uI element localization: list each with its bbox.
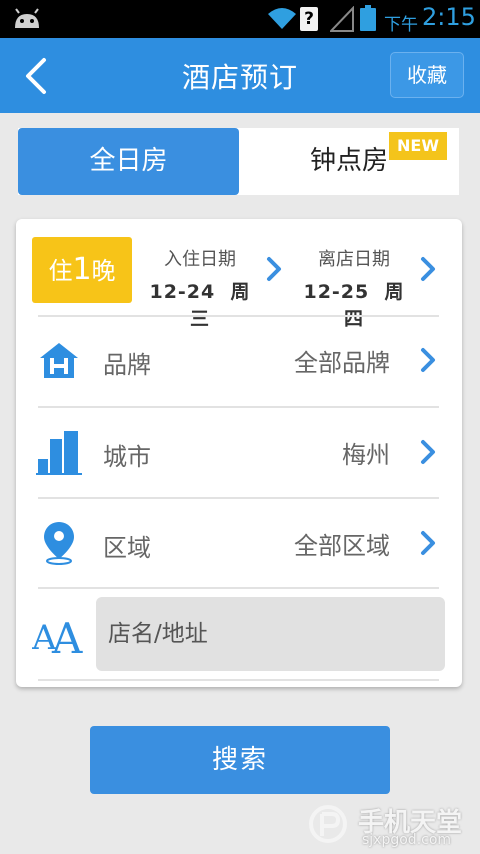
divider [38, 406, 439, 408]
stay-nights-badge: 住1晚 [32, 237, 132, 303]
font-aa-icon: A A [32, 614, 83, 657]
checkout-date: 12-25 [303, 281, 370, 303]
android-icon [15, 8, 39, 28]
hotel-name-address-input[interactable] [96, 597, 445, 671]
checkin-chevron-right-icon[interactable] [266, 256, 282, 282]
brand-value: 全部品牌 [294, 349, 390, 377]
checkout-chevron-right-icon[interactable] [420, 256, 436, 282]
checkin-date-picker[interactable]: 入住日期 12-24 周三 [144, 245, 256, 331]
stay-prefix: 住 [48, 257, 73, 285]
signal-icon [330, 6, 354, 32]
city-chevron-right-icon [421, 440, 435, 464]
checkout-date-picker[interactable]: 离店日期 12-25 周四 [298, 245, 410, 331]
city-label: 城市 [103, 443, 151, 471]
checkin-date: 12-24 [149, 281, 216, 303]
divider [38, 497, 439, 499]
status-time: 2:15 [422, 3, 476, 31]
brand-label: 品牌 [103, 351, 151, 379]
watermark-url: sjxpgod.com [362, 832, 452, 848]
favorite-button[interactable]: 收藏 [390, 52, 464, 98]
brand-chevron-right-icon [421, 348, 435, 372]
map-pin-icon [44, 522, 74, 565]
divider [38, 679, 439, 681]
district-label: 区域 [103, 534, 151, 562]
checkin-label: 入住日期 [164, 249, 236, 270]
svg-text:A: A [51, 614, 83, 657]
unknown-status-icon: ? [300, 7, 318, 31]
tab-full-day[interactable]: 全日房 [18, 128, 239, 195]
district-value: 全部区域 [294, 532, 390, 560]
checkin-value: 12-24 周三 [144, 277, 256, 331]
search-button[interactable]: 搜索 [90, 726, 390, 794]
room-type-tabs: 全日房 钟点房 NEW [18, 128, 459, 195]
hotel-building-icon [40, 343, 78, 378]
tab-hourly[interactable]: 钟点房 NEW [239, 128, 459, 195]
battery-icon [360, 5, 376, 31]
stay-suffix: 晚 [91, 257, 116, 285]
wifi-icon [268, 8, 296, 29]
district-chevron-right-icon [421, 531, 435, 555]
divider [38, 587, 439, 589]
checkout-label: 离店日期 [318, 249, 390, 270]
stay-nights-count: 1 [72, 252, 92, 287]
title-bar: 酒店预订 收藏 [0, 38, 480, 113]
city-value: 梅州 [342, 441, 390, 469]
divider [38, 315, 439, 317]
checkout-value: 12-25 周四 [298, 277, 410, 331]
city-buildings-icon [36, 431, 82, 475]
booking-form-card: 住1晚 入住日期 12-24 周三 离店日期 12-25 周四 品牌 全部品牌 [16, 219, 462, 687]
status-bar: ? 下午 2:15 [0, 0, 480, 38]
status-ampm: 下午 [384, 15, 418, 35]
watermark-logo-icon [309, 805, 347, 843]
tab-hourly-label: 钟点房 [309, 146, 388, 176]
new-badge: NEW [389, 132, 447, 160]
